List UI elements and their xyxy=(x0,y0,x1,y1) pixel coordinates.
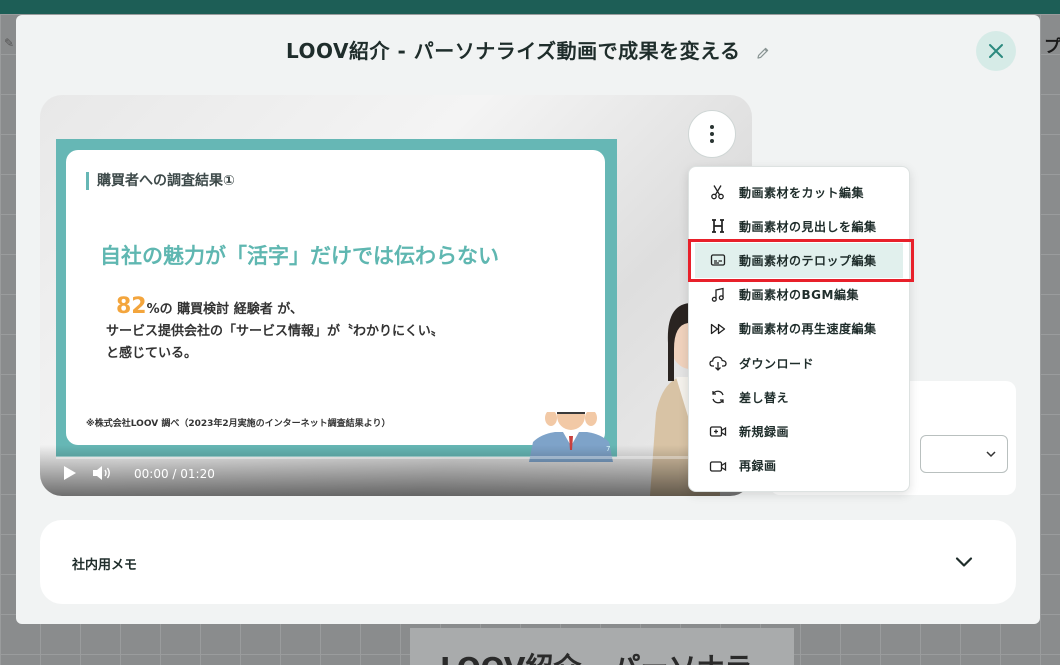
background-pencil-icon: ✎ xyxy=(4,36,15,50)
menu-item-label: 動画素材のBGM編集 xyxy=(739,288,859,303)
background-partial-text: プ xyxy=(1044,37,1060,57)
slide-body-line2: サービス提供会社の「サービス情報」が〝わかりにくい〟 xyxy=(106,324,444,339)
play-icon xyxy=(64,466,76,480)
slide-body-line1: 82%の 購買検討 経験者 が、 xyxy=(106,296,444,321)
menu-item-label: 動画素材をカット編集 xyxy=(739,185,865,200)
menu-item-bgm-edit[interactable]: 動画素材のBGM編集 xyxy=(689,278,909,312)
side-select-dropdown[interactable] xyxy=(920,435,1008,473)
chevron-down-icon[interactable] xyxy=(954,552,974,572)
cloud-download-icon xyxy=(709,354,727,372)
menu-item-caption-edit[interactable]: 動画素材のテロップ編集 xyxy=(695,243,903,278)
menu-item-label: 再録画 xyxy=(739,459,777,474)
slide-content: 購買者への調査結果① 自社の魅力が「活字」だけでは伝わらない 82%の 購買検討… xyxy=(66,150,613,462)
video-detail-modal: LOOV紹介 - パーソナライズ動画で成果を変える 購買者への調査結果① 自社の… xyxy=(16,15,1040,624)
video-time: 00:00 / 01:20 xyxy=(134,467,215,481)
memo-label: 社内用メモ xyxy=(72,558,138,573)
menu-item-label: 新規録画 xyxy=(739,424,790,439)
heading-icon xyxy=(709,217,727,235)
video-camera-icon xyxy=(709,457,727,475)
modal-title: LOOV紹介 - パーソナライズ動画で成果を変える xyxy=(286,39,741,63)
slide-note: ※株式会社LOOV 調べ（2023年2月実施のインターネット調査結果より） xyxy=(86,419,391,429)
more-vertical-icon xyxy=(710,125,714,143)
video-progress-bar[interactable] xyxy=(56,456,736,459)
volume-button[interactable] xyxy=(92,465,112,485)
video-player[interactable]: 購買者への調査結果① 自社の魅力が「活字」だけでは伝わらない 82%の 購買検討… xyxy=(40,95,752,496)
slide-line1-rest: %の 購買検討 経験者 が、 xyxy=(146,302,303,317)
menu-item-replace[interactable]: 差し替え xyxy=(689,380,909,414)
video-controls-bar: 00:00 / 01:20 xyxy=(40,445,752,496)
menu-item-download[interactable]: ダウンロード xyxy=(689,346,909,380)
slide-percent: 82 xyxy=(116,294,147,319)
menu-item-heading-edit[interactable]: 動画素材の見出しを編集 xyxy=(689,209,909,243)
menu-item-new-recording[interactable]: 新規録画 xyxy=(689,414,909,448)
caption-icon xyxy=(709,251,727,269)
close-button[interactable] xyxy=(976,31,1016,71)
menu-item-speed-edit[interactable]: 動画素材の再生速度編集 xyxy=(689,312,909,346)
menu-item-cut-edit[interactable]: 動画素材をカット編集 xyxy=(689,175,909,209)
video-slide: 購買者への調査結果① 自社の魅力が「活字」だけでは伝わらない 82%の 購買検討… xyxy=(56,139,617,462)
close-icon xyxy=(989,44,1003,58)
music-note-icon xyxy=(709,286,727,304)
replace-icon xyxy=(709,388,727,406)
menu-item-re-record[interactable]: 再録画 xyxy=(689,449,909,483)
slide-body-line3: と感じている。 xyxy=(106,346,198,361)
slide-body: 82%の 購買検討 経験者 が、 サービス提供会社の「サービス情報」が〝わかりに… xyxy=(106,296,444,365)
menu-item-label: 動画素材のテロップ編集 xyxy=(739,253,877,268)
video-options-menu: 動画素材をカット編集 動画素材の見出しを編集 動画素材のテロップ編集 動画素材の… xyxy=(688,166,910,492)
slide-heading: 購買者への調査結果① xyxy=(86,172,235,190)
more-options-button[interactable] xyxy=(688,110,736,158)
menu-item-label: 動画素材の再生速度編集 xyxy=(739,322,877,337)
chevron-down-icon xyxy=(986,451,996,458)
menu-item-label: 動画素材の見出しを編集 xyxy=(739,219,877,234)
volume-icon xyxy=(93,466,110,480)
play-button[interactable] xyxy=(62,465,78,485)
modal-title-row: LOOV紹介 - パーソナライズ動画で成果を変える xyxy=(16,35,1040,65)
background-video-card: LOOV紹介 - パーソナラ xyxy=(410,628,794,665)
menu-item-label: ダウンロード xyxy=(739,356,815,371)
scissors-icon xyxy=(709,183,727,201)
new-recording-icon xyxy=(709,422,727,440)
slide-headline: 自社の魅力が「活字」だけでは伝わらない xyxy=(100,244,499,268)
menu-item-label: 差し替え xyxy=(739,390,790,405)
fast-forward-icon xyxy=(709,320,727,338)
background-top-bar xyxy=(0,0,1060,14)
edit-title-pencil-icon[interactable] xyxy=(756,41,770,65)
background-video-title: LOOV紹介 - パーソナラ xyxy=(440,646,753,665)
internal-memo-section[interactable]: 社内用メモ xyxy=(40,520,1016,604)
